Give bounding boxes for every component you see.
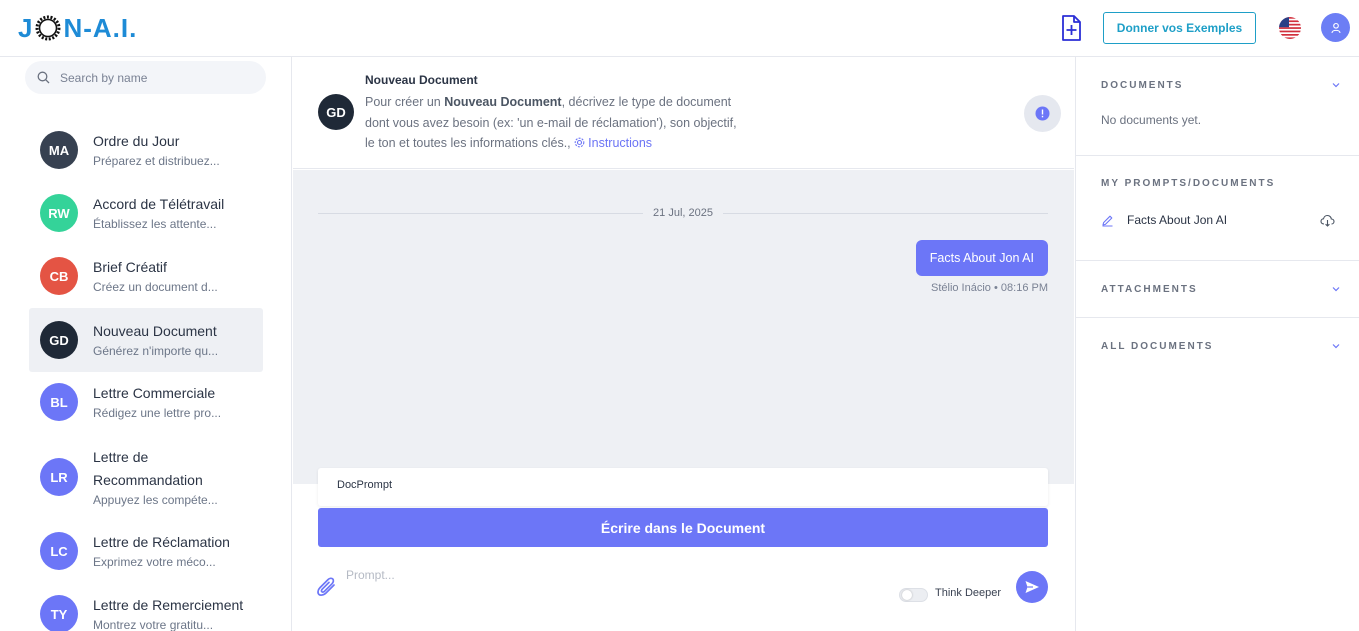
conversation-item-lettre-commerciale[interactable]: BL Lettre Commerciale Rédigez une lettre… [29,371,263,433]
user-avatar-button[interactable] [1321,13,1350,42]
conversation-item-brief-creatif[interactable]: CB Brief Créatif Créez un document d... [29,245,263,307]
gear-logo-icon [35,15,61,41]
all-documents-section: ALL DOCUMENTS [1076,318,1359,375]
chevron-down-icon[interactable] [1331,341,1341,351]
my-prompts-section-title: MY PROMPTS/DOCUMENTS [1101,178,1276,189]
pencil-icon[interactable] [1101,214,1114,227]
alert-icon [1035,106,1050,121]
conversation-title: Lettre de [93,448,149,465]
avatar: MA [40,131,78,169]
search-input[interactable] [60,70,250,85]
us-flag-icon[interactable] [1279,17,1301,39]
prompt-item[interactable]: Facts About Jon AI [1101,209,1341,231]
write-document-button[interactable]: Écrire dans le Document [318,508,1048,547]
date-label: 21 Jul, 2025 [643,207,723,219]
conversation-title: Nouveau Document [93,323,217,339]
avatar: GD [40,321,78,359]
meta-separator: • [993,282,998,294]
chevron-down-icon[interactable] [1331,284,1341,294]
conversation-title: Lettre Commerciale [93,385,216,401]
main-chat-panel: GD Nouveau Document Pour créer un Nouvea… [293,57,1074,631]
chat-messages-area: 21 Jul, 2025 Facts About Jon AI Stélio I… [293,170,1074,484]
message-time: 08:16 PM [1000,282,1048,294]
chevron-down-icon[interactable] [1331,80,1341,90]
avatar: RW [40,194,78,232]
conversation-subtitle: Établissez les attente... [93,217,217,231]
conversation-title: Ordre du Jour [93,133,180,149]
avatar: TY [40,595,78,631]
conversation-title: Lettre de Réclamation [93,534,230,550]
logo-text-right: N-A.I. [63,12,138,43]
avatar: LR [40,458,78,496]
conversation-subtitle: Appuyez les compéte... [93,492,218,507]
avatar: CB [40,257,78,295]
conversation-title-line2: Recommandation [93,471,203,488]
prompt-item-name: Facts About Jon AI [1127,213,1228,227]
user-icon [1330,22,1341,33]
conversation-subtitle: Montrez votre gratitu... [93,618,214,631]
settings-icon [574,137,585,148]
cloud-download-icon[interactable] [1320,214,1335,227]
user-message-bubble: Facts About Jon AI [915,240,1048,276]
conversation-item-nouveau-document[interactable]: GD Nouveau Document Générez n'importe qu… [29,308,263,372]
give-examples-button[interactable]: Donner vos Exemples [1103,12,1256,44]
search-icon [37,71,50,84]
instructions-link[interactable]: Instructions [588,136,652,150]
conversation-item-accord-teletravail[interactable]: RW Accord de Télétravail Établissez les … [29,182,263,244]
send-icon [1025,581,1039,593]
conversation-sidebar: MA Ordre du Jour Préparez et distribuez.… [0,57,292,631]
conversation-subtitle: Créez un document d... [93,280,218,294]
docprompt-tab[interactable]: DocPrompt [318,468,1048,506]
conversation-item-lettre-recommandation[interactable]: LR Lettre de Recommandation Appuyez les … [29,441,263,513]
top-bar: J N-A.I. Donner vos Exemples [0,0,1359,57]
attachments-section-title[interactable]: ATTACHMENTS [1101,284,1198,295]
conversation-subtitle: Générez n'importe qu... [93,344,219,358]
send-button[interactable] [1016,571,1048,603]
logo-text-left: J [18,12,34,43]
conversation-item-ordre-du-jour[interactable]: MA Ordre du Jour Préparez et distribuez.… [29,119,263,181]
prompt-input[interactable] [346,562,886,588]
conversation-subtitle: Exprimez votre méco... [93,555,216,569]
conversation-item-lettre-reclamation[interactable]: LC Lettre de Réclamation Exprimez votre … [29,520,263,582]
think-deeper-label: Think Deeper [935,587,1002,599]
document-header: GD Nouveau Document Pour créer un Nouvea… [293,57,1074,169]
message-meta: Stélio Inácio • 08:16 PM [931,282,1048,294]
document-avatar: GD [318,94,354,130]
attachments-section: ATTACHMENTS [1076,261,1359,318]
file-plus-icon[interactable] [1058,14,1084,42]
conversation-subtitle: Préparez et distribuez... [93,154,220,168]
documents-empty-note: No documents yet. [1101,113,1202,127]
right-panel: DOCUMENTS No documents yet. MY PROMPTS/D… [1075,57,1359,631]
conversation-title: Lettre de Remerciement [93,597,244,613]
jon-ai-logo[interactable]: J N-A.I. [18,12,137,44]
message-author: Stélio Inácio [930,282,991,294]
all-documents-section-title[interactable]: ALL DOCUMENTS [1101,341,1213,352]
conversation-subtitle: Rédigez une lettre pro... [93,406,222,420]
document-title: Nouveau Document [365,73,478,87]
my-prompts-section: MY PROMPTS/DOCUMENTS Facts About Jon AI [1076,156,1359,261]
think-deeper-toggle[interactable] [899,588,928,602]
conversation-title: Accord de Télétravail [93,196,225,212]
conversation-item-lettre-remerciement[interactable]: TY Lettre de Remerciement Montrez votre … [29,583,263,631]
document-description: Pour créer un Nouveau Document, décrivez… [365,95,737,150]
info-button[interactable] [1024,95,1061,132]
documents-section-title[interactable]: DOCUMENTS [1101,80,1183,91]
conversation-title: Brief Créatif [93,259,167,275]
avatar: BL [40,383,78,421]
documents-section: DOCUMENTS No documents yet. [1076,57,1359,156]
avatar: LC [40,532,78,570]
search-box[interactable] [25,61,266,94]
paperclip-icon[interactable] [316,575,338,599]
